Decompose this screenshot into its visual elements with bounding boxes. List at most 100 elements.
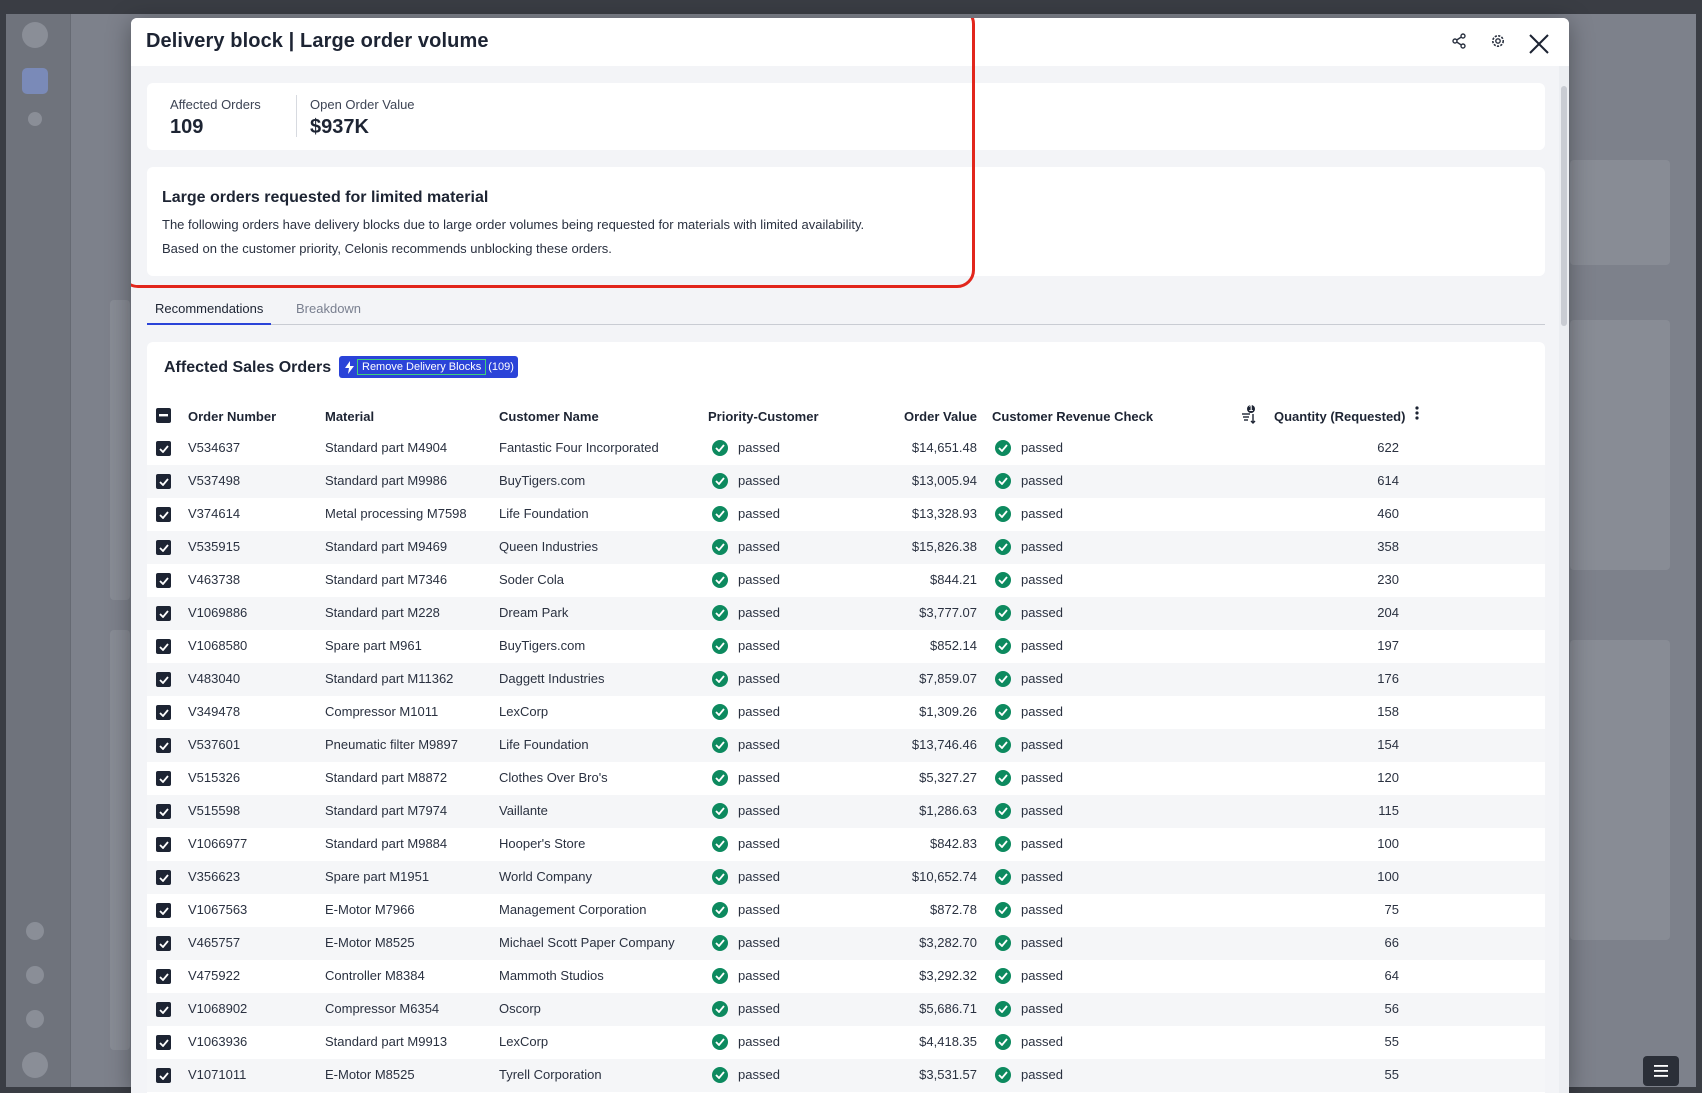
row-checkbox[interactable]: [156, 903, 171, 918]
remove-delivery-blocks-button[interactable]: Remove Delivery Blocks (109): [339, 356, 518, 378]
table-row[interactable]: V1063936 Standard part M9913 LexCorp passed…: [147, 1026, 1545, 1059]
more-vertical-icon[interactable]: [1415, 406, 1425, 426]
table-row[interactable]: V349478 Compressor M1011 LexCorp passed $1,3…: [147, 696, 1545, 729]
share-icon[interactable]: [1448, 30, 1470, 52]
cell-order-number[interactable]: V515598: [188, 803, 240, 818]
cell-order-number[interactable]: V1067563: [188, 902, 247, 917]
row-checkbox[interactable]: [156, 936, 171, 951]
column-header-priority-customer[interactable]: Priority-Customer: [708, 409, 819, 424]
sort-icon[interactable]: 1: [1239, 404, 1259, 427]
cell-quantity: 55: [1384, 1067, 1399, 1082]
table-row[interactable]: V537601 Pneumatic filter M9897 Life Founda…: [147, 729, 1545, 762]
column-header-customer-name[interactable]: Customer Name: [499, 409, 599, 424]
row-checkbox[interactable]: [156, 738, 171, 753]
row-checkbox[interactable]: [156, 1002, 171, 1017]
cell-order-number[interactable]: V1063936: [188, 1034, 247, 1049]
kpi-divider: [296, 95, 297, 137]
table-row[interactable]: V1069886 Standard part M228 Dream Park pass…: [147, 597, 1545, 630]
column-header-material[interactable]: Material: [325, 409, 374, 424]
table-row[interactable]: V1066977 Standard part M9884 Hooper's Stor…: [147, 828, 1545, 861]
cell-order-number[interactable]: V1069886: [188, 605, 247, 620]
cell-order-number[interactable]: V465757: [188, 935, 240, 950]
cell-priority-customer: passed: [712, 637, 780, 655]
table-row[interactable]: V475922 Controller M8384 Mammoth Studios pa…: [147, 960, 1545, 993]
cell-order-number[interactable]: V515326: [188, 770, 240, 785]
cell-quantity: 100: [1377, 869, 1399, 884]
modal-scrollbar[interactable]: [1559, 66, 1569, 1093]
row-checkbox[interactable]: [156, 606, 171, 621]
status-text: passed: [738, 968, 780, 983]
row-checkbox[interactable]: [156, 672, 171, 687]
row-checkbox[interactable]: [156, 771, 171, 786]
row-checkbox[interactable]: [156, 639, 171, 654]
close-icon[interactable]: [1527, 32, 1551, 56]
cell-order-number[interactable]: V356623: [188, 869, 240, 884]
cell-order-number[interactable]: V1066977: [188, 836, 247, 851]
cell-order-number[interactable]: V1071011: [188, 1067, 246, 1082]
table-row[interactable]: V374614 Metal processing M7598 Life Founda…: [147, 498, 1545, 531]
cell-revenue-check: passed: [995, 703, 1063, 721]
table-row[interactable]: V535915 Standard part M9469 Queen Industri…: [147, 531, 1545, 564]
tab-recommendations[interactable]: Recommendations: [147, 298, 272, 325]
select-all-checkbox[interactable]: [156, 408, 171, 423]
row-checkbox[interactable]: [156, 474, 171, 489]
tab-bar: Recommendations Breakdown: [147, 298, 1545, 325]
menu-button[interactable]: [1643, 1056, 1679, 1086]
cell-order-number[interactable]: V537601: [188, 737, 240, 752]
row-checkbox[interactable]: [156, 837, 171, 852]
table-header: Order Number Material Customer Name Prio…: [147, 400, 1545, 432]
cell-order-number[interactable]: V475922: [188, 968, 240, 983]
cell-order-number[interactable]: V374614: [188, 506, 240, 521]
row-checkbox[interactable]: [156, 573, 171, 588]
table-row[interactable]: V515326 Standard part M8872 Clothes Over B…: [147, 762, 1545, 795]
cell-priority-customer: passed: [712, 538, 780, 556]
row-checkbox[interactable]: [156, 1068, 171, 1083]
table-row[interactable]: V515598 Standard part M7974 Vaillante passe…: [147, 795, 1545, 828]
row-checkbox[interactable]: [156, 441, 171, 456]
status-text: passed: [738, 737, 780, 752]
row-checkbox[interactable]: [156, 969, 171, 984]
row-checkbox[interactable]: [156, 540, 171, 555]
column-header-quantity[interactable]: Quantity (Requested): [1274, 409, 1405, 424]
checkmark-icon: [995, 934, 1011, 951]
column-header-order-number[interactable]: Order Number: [188, 409, 276, 424]
table-row[interactable]: V537498 Standard part M9986 BuyTigers.com p…: [147, 465, 1545, 498]
table-row[interactable]: V1071011 E-Motor M8525 Tyrell Corporation p…: [147, 1059, 1545, 1092]
row-checkbox[interactable]: [156, 705, 171, 720]
cell-customer-name: Management Corporation: [499, 902, 647, 917]
cell-order-number[interactable]: V534637: [188, 440, 240, 455]
tab-breakdown[interactable]: Breakdown: [288, 298, 369, 323]
cell-order-number[interactable]: V1068580: [188, 638, 247, 653]
row-checkbox[interactable]: [156, 507, 171, 522]
cell-revenue-check: passed: [995, 1000, 1063, 1018]
cell-order-number[interactable]: V349478: [188, 704, 240, 719]
row-checkbox[interactable]: [156, 1035, 171, 1050]
table-row[interactable]: V483040 Standard part M11362 Daggett Indus…: [147, 663, 1545, 696]
table-row[interactable]: V463738 Standard part M7346 Soder Cola pass…: [147, 564, 1545, 597]
gear-icon[interactable]: [1487, 30, 1509, 52]
checkmark-icon: [712, 637, 728, 654]
table-row[interactable]: V1068580 Spare part M961 BuyTigers.com pass…: [147, 630, 1545, 663]
checkmark-icon: [712, 802, 728, 819]
cell-order-number[interactable]: V535915: [188, 539, 240, 554]
table-row[interactable]: V1067563 E-Motor M7966 Management Corporat…: [147, 894, 1545, 927]
table-row[interactable]: V534637 Standard part M4904 Fantastic Four…: [147, 432, 1545, 465]
kpi-label: Affected Orders: [170, 97, 261, 112]
cell-order-number[interactable]: V483040: [188, 671, 240, 686]
row-checkbox[interactable]: [156, 804, 171, 819]
table-row[interactable]: V1068902 Compressor M6354 Oscorp passed $5,6…: [147, 993, 1545, 1026]
scrollbar-thumb[interactable]: [1561, 86, 1567, 326]
table-row[interactable]: V465757 E-Motor M8525 Michael Scott Paper …: [147, 927, 1545, 960]
background-avatar: [22, 1052, 48, 1078]
status-text: passed: [1021, 539, 1063, 554]
cell-order-number[interactable]: V537498: [188, 473, 240, 488]
cell-customer-name: Oscorp: [499, 1001, 541, 1016]
cell-order-value: $3,777.07: [919, 605, 977, 620]
column-header-revenue-check[interactable]: Customer Revenue Check: [992, 409, 1153, 424]
row-checkbox[interactable]: [156, 870, 171, 885]
column-header-order-value[interactable]: Order Value: [867, 409, 977, 424]
checkmark-icon: [995, 736, 1011, 753]
table-row[interactable]: V356623 Spare part M1951 World Company pass…: [147, 861, 1545, 894]
cell-order-number[interactable]: V1068902: [188, 1001, 247, 1016]
cell-order-number[interactable]: V463738: [188, 572, 240, 587]
